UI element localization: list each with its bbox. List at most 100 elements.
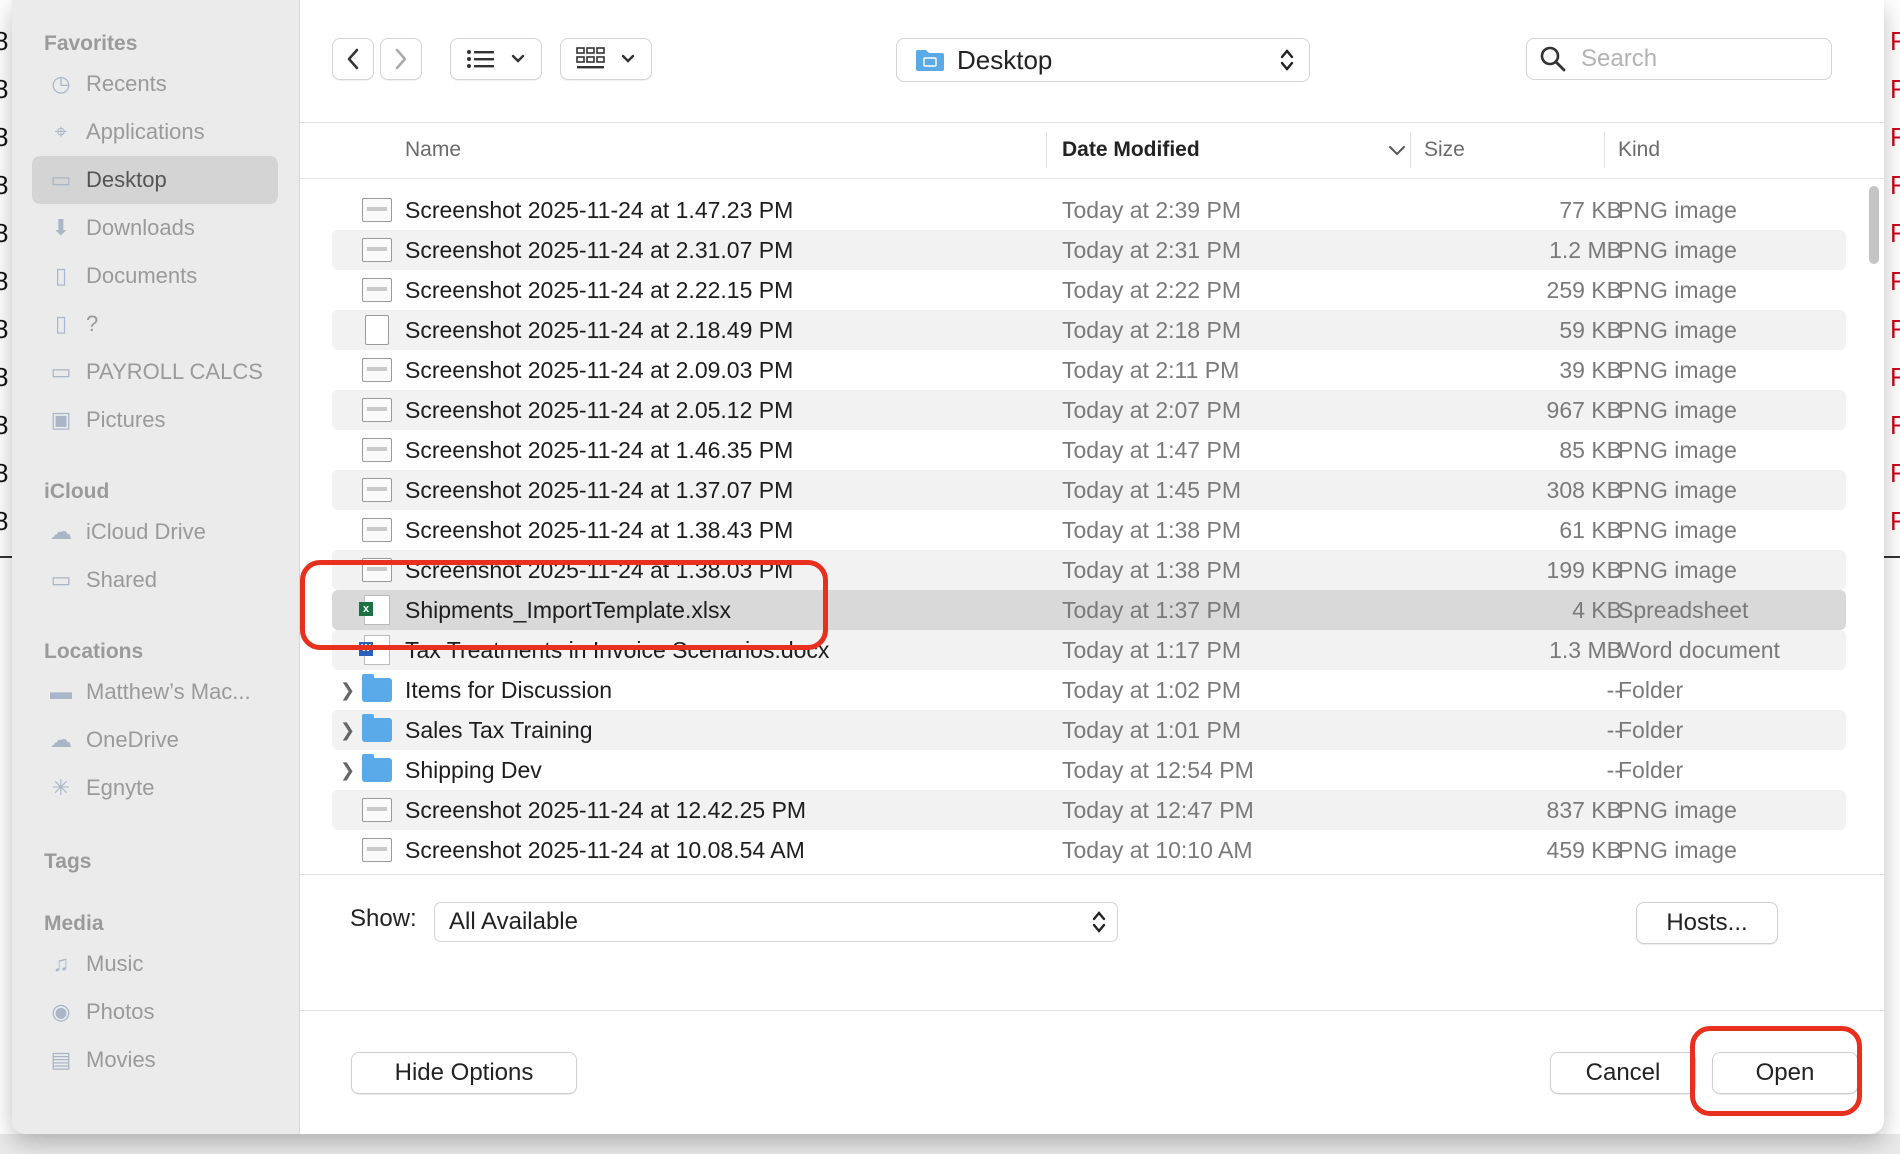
sidebar-item-payroll-calcs[interactable]: ▭ PAYROLL CALCS bbox=[32, 348, 278, 396]
file-kind: PNG image bbox=[1618, 197, 1737, 223]
file-size: 308 KB bbox=[1546, 477, 1622, 503]
sidebar-item-applications[interactable]: ⌖ Applications bbox=[32, 108, 278, 156]
disclosure-triangle-icon[interactable]: ❯ bbox=[340, 670, 355, 710]
sidebar-item-music[interactable]: ♫ Music bbox=[32, 940, 278, 988]
background-cell: 8 bbox=[0, 362, 9, 392]
sidebar-section-locations: Locations bbox=[44, 640, 144, 663]
file-row[interactable]: Screenshot 2025-11-24 at 1.47.23 PM Today… bbox=[332, 190, 1846, 230]
file-name: Screenshot 2025-11-24 at 1.47.23 PM bbox=[405, 197, 794, 223]
file-row[interactable]: Screenshot 2025-11-24 at 2.31.07 PM Today… bbox=[332, 230, 1846, 270]
file-size: -- bbox=[1606, 757, 1622, 783]
back-button[interactable] bbox=[332, 38, 374, 80]
column-header-name[interactable]: Name bbox=[405, 122, 461, 178]
background-cell: 8 bbox=[0, 410, 9, 440]
sidebar-item-downloads[interactable]: ⬇ Downloads bbox=[32, 204, 278, 252]
file-date-modified: Today at 1:38 PM bbox=[1062, 557, 1241, 583]
sidebar-section-tags: Tags bbox=[44, 850, 92, 873]
column-header-size[interactable]: Size bbox=[1424, 122, 1465, 178]
file-row[interactable]: Screenshot 2025-11-24 at 1.38.03 PM Today… bbox=[332, 550, 1846, 590]
background-cell: 8 bbox=[0, 74, 9, 104]
file-kind: Folder bbox=[1618, 677, 1684, 703]
list-view-button[interactable] bbox=[450, 38, 542, 80]
file-name: Screenshot 2025-11-24 at 1.38.03 PM bbox=[405, 557, 794, 583]
open-button[interactable]: Open bbox=[1712, 1052, 1858, 1094]
sidebar-item-desktop[interactable]: ▭ Desktop bbox=[32, 156, 278, 204]
image-file-icon bbox=[362, 275, 392, 305]
file-kind: Spreadsheet bbox=[1618, 597, 1749, 623]
file-kind: PNG image bbox=[1618, 277, 1737, 303]
image-file-icon bbox=[362, 395, 392, 425]
folder-row[interactable]: ❯ Sales Tax Training Today at 1:01 PM -- Fol… bbox=[332, 710, 1846, 750]
image-file-icon bbox=[362, 515, 392, 545]
cancel-button[interactable]: Cancel bbox=[1550, 1052, 1696, 1094]
search-field[interactable]: Search bbox=[1526, 38, 1832, 80]
file-row[interactable]: Screenshot 2025-11-24 at 2.22.15 PM Today… bbox=[332, 270, 1846, 310]
file-row[interactable]: Screenshot 2025-11-24 at 12.42.25 PM Toda… bbox=[332, 790, 1846, 830]
background-cell: 8 bbox=[0, 218, 9, 248]
film-icon: ▤ bbox=[50, 1047, 72, 1072]
file-row[interactable]: Tax Treatments in Invoice Scenarios.docx… bbox=[332, 630, 1846, 670]
hosts-button[interactable]: Hosts... bbox=[1636, 902, 1778, 944]
background-cell: 8 bbox=[0, 266, 9, 296]
camera-icon: ◉ bbox=[51, 999, 71, 1024]
folder-row[interactable]: ❯ Items for Discussion Today at 1:02 PM -- F… bbox=[332, 670, 1846, 710]
hide-options-button[interactable]: Hide Options bbox=[351, 1052, 577, 1094]
sidebar-item-onedrive[interactable]: ☁ OneDrive bbox=[32, 716, 278, 764]
sidebar-item-photos[interactable]: ◉ Photos bbox=[32, 988, 278, 1036]
file-row[interactable]: Screenshot 2025-11-24 at 2.09.03 PM Today… bbox=[332, 350, 1846, 390]
show-filter-popup[interactable]: All Available bbox=[434, 902, 1118, 942]
file-row[interactable]: Screenshot 2025-11-24 at 10.08.54 AM Toda… bbox=[332, 830, 1846, 870]
file-date-modified: Today at 1:01 PM bbox=[1062, 717, 1241, 743]
header-bottom-divider bbox=[300, 178, 1884, 179]
disclosure-triangle-icon[interactable]: ❯ bbox=[340, 750, 355, 790]
background-cell: F bbox=[1890, 122, 1900, 152]
sidebar-item-documents[interactable]: ▯ Documents bbox=[32, 252, 278, 300]
file-row[interactable]: Screenshot 2025-11-24 at 2.18.49 PM Today… bbox=[332, 310, 1846, 350]
file-name: Screenshot 2025-11-24 at 2.31.07 PM bbox=[405, 237, 794, 263]
sidebar-item-label: ? bbox=[86, 311, 99, 336]
sidebar-item-movies[interactable]: ▤ Movies bbox=[32, 1036, 278, 1084]
file-size: 837 KB bbox=[1546, 797, 1622, 823]
file-size: 39 KB bbox=[1559, 357, 1622, 383]
sidebar-item-label: OneDrive bbox=[86, 727, 179, 752]
disclosure-triangle-icon[interactable]: ❯ bbox=[340, 710, 355, 750]
sidebar-item-[interactable]: ▯? bbox=[32, 300, 278, 348]
sidebar-item-recents[interactable]: ◷ Recents bbox=[32, 60, 278, 108]
file-row[interactable]: Screenshot 2025-11-24 at 1.37.07 PM Today… bbox=[332, 470, 1846, 510]
grid-view-button[interactable] bbox=[560, 38, 652, 80]
file-kind: Word document bbox=[1618, 637, 1780, 663]
folder-icon bbox=[362, 714, 392, 745]
file-name: Screenshot 2025-11-24 at 2.22.15 PM bbox=[405, 277, 794, 303]
sidebar-item-shared[interactable]: ▭ Shared bbox=[32, 556, 278, 604]
column-header-kind[interactable]: Kind bbox=[1618, 122, 1660, 178]
file-name: Tax Treatments in Invoice Scenarios.docx bbox=[405, 637, 830, 663]
file-row[interactable]: Screenshot 2025-11-24 at 1.38.43 PM Today… bbox=[332, 510, 1846, 550]
sidebar-section-media: Media bbox=[44, 912, 104, 935]
background-app-bottom bbox=[0, 1134, 1900, 1154]
forward-button[interactable] bbox=[380, 38, 422, 80]
file-kind: PNG image bbox=[1618, 317, 1737, 343]
file-date-modified: Today at 2:39 PM bbox=[1062, 197, 1241, 223]
file-size: 59 KB bbox=[1559, 317, 1622, 343]
file-row[interactable]: Screenshot 2025-11-24 at 2.05.12 PM Today… bbox=[332, 390, 1846, 430]
pictures-icon: ▣ bbox=[50, 407, 72, 432]
file-date-modified: Today at 12:54 PM bbox=[1062, 757, 1254, 783]
folder-row[interactable]: ❯ Shipping Dev Today at 12:54 PM -- Folder bbox=[332, 750, 1846, 790]
sidebar-item-matthew-s-mac[interactable]: ▬ Matthew’s Mac... bbox=[32, 668, 278, 716]
background-cell: 8 bbox=[0, 314, 9, 344]
column-header-date-modified[interactable]: Date Modified bbox=[1062, 122, 1412, 178]
file-row[interactable]: Shipments_ImportTemplate.xlsx Today at 1:… bbox=[332, 590, 1846, 630]
background-app-right-edge: FFFFFFFFFFF bbox=[1882, 0, 1900, 560]
background-cell: F bbox=[1890, 410, 1900, 440]
sidebar-item-pictures[interactable]: ▣ Pictures bbox=[32, 396, 278, 444]
sidebar-item-label: Pictures bbox=[86, 407, 166, 432]
scrollbar-thumb[interactable] bbox=[1869, 186, 1879, 264]
sidebar-item-egnyte[interactable]: ✳ Egnyte bbox=[32, 764, 278, 812]
grid-view-icon bbox=[576, 47, 605, 69]
file-row[interactable]: Screenshot 2025-11-24 at 1.46.35 PM Today… bbox=[332, 430, 1846, 470]
sidebar-item-icloud-drive[interactable]: ☁ iCloud Drive bbox=[32, 508, 278, 556]
chevron-down-icon bbox=[621, 54, 635, 63]
options-divider bbox=[300, 874, 1884, 875]
location-popup[interactable]: Desktop bbox=[896, 38, 1310, 82]
up-down-chevron-icon bbox=[1092, 911, 1106, 933]
